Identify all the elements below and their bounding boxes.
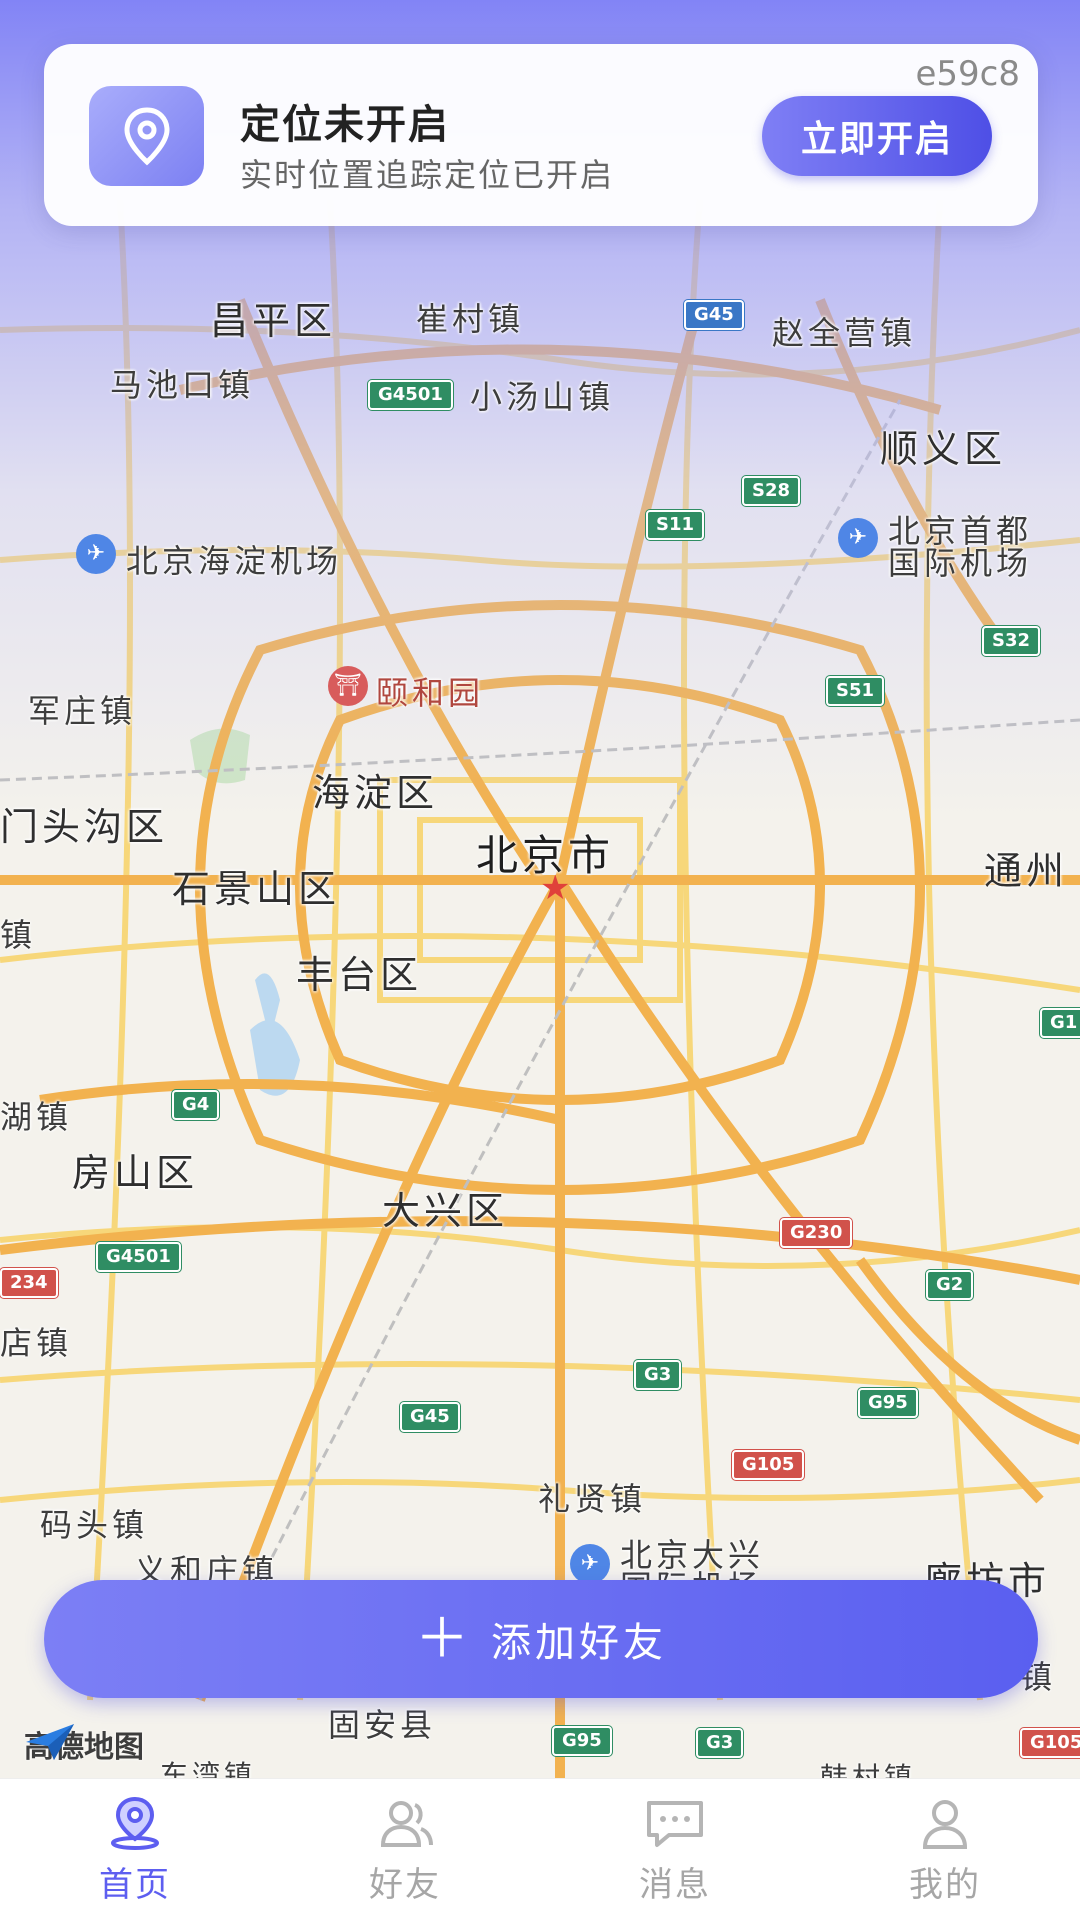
map-label-capital-airport-2: 国际机场 — [888, 544, 1033, 582]
home-location-icon — [111, 1796, 159, 1850]
road-shield: G4501 — [368, 380, 453, 410]
map-label-dian-zhen: 店镇 — [0, 1324, 73, 1362]
road-shield: S11 — [646, 510, 705, 540]
add-friend-button[interactable]: ＋ 添加好友 — [44, 1580, 1038, 1698]
plus-icon: ＋ — [415, 1609, 469, 1669]
road-shield: G105 — [1020, 1728, 1080, 1758]
road-shield: G95 — [858, 1388, 918, 1418]
amap-logo-icon — [26, 1724, 74, 1760]
road-shield: S51 — [826, 676, 885, 706]
card-subtitle: 实时位置追踪定位已开启 — [240, 156, 615, 194]
scenic-spot-icon: ⛩ — [328, 666, 368, 706]
airport-icon: ✈ — [76, 534, 116, 574]
map-label-daxing: 大兴区 — [382, 1189, 509, 1233]
map-label-tongzhou: 通州 — [984, 849, 1069, 893]
map-label-shunyi: 顺义区 — [880, 427, 1007, 471]
capital-star-icon: ★ — [540, 868, 571, 908]
location-pin-icon — [123, 107, 170, 166]
map-label-xiaotangshan: 小汤山镇 — [470, 378, 615, 416]
map-label-hancun: 韩村镇 — [820, 1761, 917, 1778]
location-badge — [89, 86, 204, 186]
map-label-cuicun: 崔村镇 — [416, 300, 525, 338]
profile-icon — [922, 1799, 968, 1849]
nav-tab-home[interactable]: 首页 — [35, 1795, 235, 1906]
road-shield: G4501 — [96, 1242, 181, 1272]
map-label-dongwan: 东湾镇 — [160, 1759, 257, 1778]
map-label-gu-an: 固安县 — [328, 1706, 437, 1744]
map-label-junzhuang: 军庄镇 — [28, 692, 137, 730]
road-shield: G45 — [400, 1402, 460, 1432]
map-label-haidian: 海淀区 — [312, 771, 439, 815]
nav-label-profile: 我的 — [909, 1864, 981, 1905]
road-shield: S28 — [742, 476, 801, 506]
nav-label-home: 首页 — [99, 1864, 171, 1905]
nav-tab-messages[interactable]: 消息 — [575, 1795, 775, 1906]
map-label-mentougou: 门头沟区 — [0, 805, 169, 849]
road-shield: G1 — [1040, 1008, 1080, 1038]
map-label-yiheyuan: 颐和园 — [376, 674, 485, 712]
road-shield: G4 — [172, 1090, 220, 1120]
map-label-changping: 昌平区 — [210, 299, 337, 343]
location-status-card: 定位未开启 实时位置追踪定位已开启 e59c8 立即开启 — [44, 44, 1038, 226]
road-shield: G3 — [634, 1360, 682, 1390]
message-icon — [647, 1800, 703, 1847]
airport-icon: ✈ — [838, 518, 878, 558]
map-label-shijingshan: 石景山区 — [172, 867, 341, 911]
nav-label-messages: 消息 — [639, 1864, 711, 1905]
road-shield: 234 — [0, 1268, 58, 1298]
map-label-zhaoquanying: 赵全营镇 — [772, 314, 917, 352]
road-shield: S32 — [982, 626, 1041, 656]
map-label-machikou: 马池口镇 — [110, 366, 255, 404]
road-shield: G2 — [926, 1270, 974, 1300]
nav-label-friends: 好友 — [369, 1864, 441, 1905]
map-label-fengtai: 丰台区 — [296, 953, 423, 997]
map-label-hu-zhen: 湖镇 — [0, 1098, 73, 1136]
map-label-haidian-airport: 北京海淀机场 — [126, 542, 343, 580]
enable-location-button[interactable]: 立即开启 — [762, 96, 992, 176]
nav-tab-friends[interactable]: 好友 — [305, 1795, 505, 1906]
nav-tab-profile[interactable]: 我的 — [845, 1795, 1045, 1906]
map-label-matou: 码头镇 — [40, 1506, 149, 1544]
amap-logo: 高德地图 — [24, 1722, 144, 1766]
card-title: 定位未开启 — [240, 102, 450, 148]
road-shield: G45 — [684, 300, 744, 330]
map-label-lixian: 礼贤镇 — [538, 1480, 647, 1518]
bottom-nav: 首页 好友 消息 我的 — [0, 1778, 1080, 1921]
map-label-zhen-left: 镇 — [0, 916, 37, 954]
road-shield: G3 — [696, 1728, 744, 1758]
map-label-fangshan: 房山区 — [72, 1151, 199, 1195]
map-view[interactable]: 昌平区 崔村镇 赵全营镇 马池口镇 小汤山镇 顺义区 ✈ 北京海淀机场 ✈ 北京… — [0, 0, 1080, 1778]
add-friend-label: 添加好友 — [491, 1621, 667, 1665]
airport-icon: ✈ — [570, 1544, 610, 1584]
road-shield: G105 — [732, 1450, 805, 1480]
card-code: e59c8 — [915, 54, 1020, 94]
friends-icon — [380, 1800, 433, 1847]
road-shield: G95 — [552, 1726, 612, 1756]
road-shield: G230 — [780, 1218, 853, 1248]
